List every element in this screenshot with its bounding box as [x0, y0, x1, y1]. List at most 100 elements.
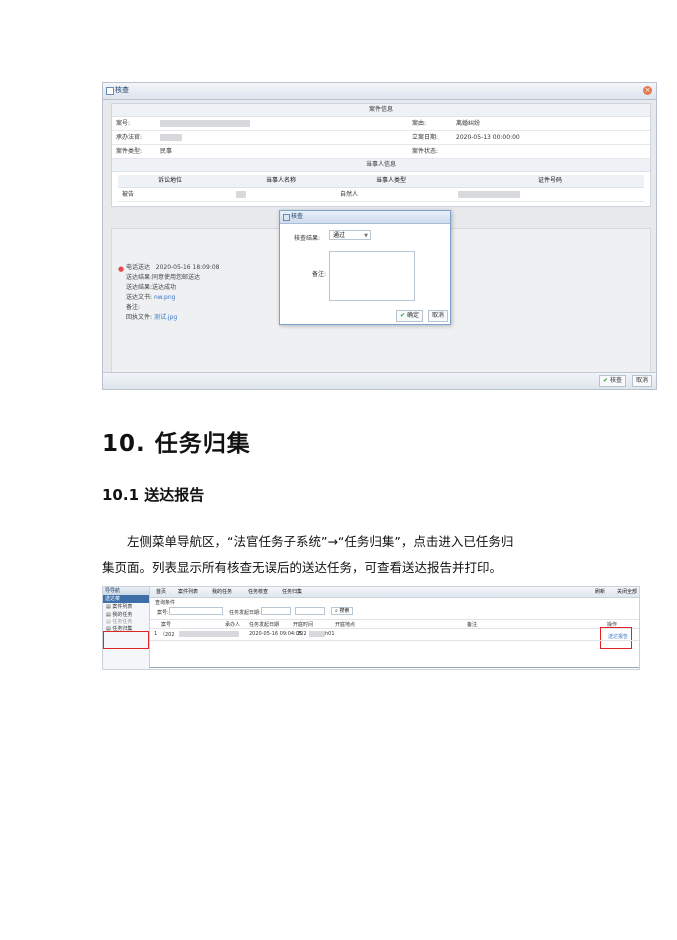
log-line2: 送达结果:送达成功 [126, 284, 177, 291]
dialog-title: 核查 [291, 213, 304, 220]
case-type-value: 民事 [160, 148, 173, 155]
col-handler: 承办人 [225, 622, 241, 628]
log-remark: 备注: [126, 304, 141, 311]
verify-dialog-screenshot: 核查 × 案件信息 案号: 案由: 离婚纠纷 承办法官: 立案日期: 2020-… [102, 82, 657, 390]
tab-task-check[interactable]: 任务核查 [248, 587, 268, 597]
filing-date-value: 2020-05-13 00:00:00 [456, 134, 520, 141]
window-icon [106, 87, 114, 95]
log-method: 电话送达 [126, 264, 151, 271]
party-type: 自然人 [340, 191, 359, 198]
check-icon: ✔ [602, 377, 608, 384]
result-select-value: 通过 [333, 232, 346, 239]
log-doc-label: 送达文书: [126, 294, 153, 301]
case-row-1: 案号: 案由: 离婚纠纷 [112, 117, 650, 131]
row-case-no: （202 [160, 632, 175, 638]
row-hearing-place: h01 [325, 631, 335, 637]
cause-value: 离婚纠纷 [456, 120, 481, 127]
window-title: 核查 [115, 86, 129, 94]
nav-item-case-list[interactable]: ▤ 案件列表 [103, 603, 149, 611]
redacted-party-id [458, 191, 520, 198]
log-line1: 送达结果:同意使用您邮送达 [126, 274, 201, 281]
redacted-hearing-time [309, 631, 325, 637]
grid-top-line [150, 619, 639, 620]
nav-title: 导导航 [103, 587, 149, 595]
nav-item-my-tasks[interactable]: ▤ 我的任务 [103, 611, 149, 619]
cause-label: 案由: [412, 120, 427, 127]
close-all-button[interactable]: 关闭全部 [617, 587, 637, 597]
row-hearing-time: 202 [297, 631, 307, 637]
check-icon: ✔ [400, 312, 406, 319]
party-col-id: 证件号码 [538, 177, 563, 184]
section-heading: 10. 任务归集 [102, 431, 251, 457]
result-label: 核查结果: [294, 235, 321, 242]
close-icon[interactable]: × [643, 86, 652, 95]
col-hearing-time: 开庭时间 [293, 622, 314, 628]
result-select[interactable]: 通过 ▼ [329, 230, 371, 240]
cancel-button[interactable]: 取消 [631, 375, 652, 387]
tab-my-tasks[interactable]: 我的任务 [212, 587, 232, 597]
tab-home[interactable]: 首页 [156, 587, 166, 597]
date-to-input[interactable] [295, 607, 325, 615]
case-info-header: 案件信息 [112, 104, 650, 117]
col-case-no: 案号 [161, 622, 172, 628]
verify-result-dialog: 核查 核查结果: 通过 ▼ 备注: ✔ 确定 取消 [279, 210, 451, 325]
case-row-2: 承办法官: 立案日期: 2020-05-13 00:00:00 [112, 131, 650, 145]
delivery-log: ● 电话送达 2020-05-16 18:09:08 送达结果:同意使用您邮送达… [118, 263, 220, 323]
redacted-party-name [236, 191, 246, 198]
party-row: 被告 自然人 [118, 188, 644, 202]
paragraph-line-1: 左侧菜单导航区，“法官任务子系统”→“任务归集”，点击进入已任务归 [127, 534, 514, 549]
tab-case-list[interactable]: 案件列表 [178, 587, 198, 597]
refresh-button[interactable]: 刷新 [595, 587, 605, 597]
redacted-judge [160, 134, 182, 141]
grid-row-line [150, 640, 639, 641]
tab-bar: 首页 案件列表 我的任务 任务核查 任务归集 刷新 关闭全部 [150, 587, 639, 598]
paragraph-line-2: 集页面。列表显示所有核查无误后的送达任务，可查看送达报告并打印。 [102, 560, 503, 575]
filing-date-label: 立案日期: [412, 134, 439, 141]
col-task-date: 任务发起日期 [249, 622, 280, 628]
dialog-ok-button[interactable]: ✔ 确定 [396, 310, 424, 322]
task-collection-screenshot: 导导航 送达菜 ▤ 案件列表 ▤ 我的任务 ▤ 任务任务 ▤ 任务归集 首页 案… [102, 586, 640, 670]
judge-label: 承办法官: [116, 134, 143, 141]
highlight-action-box [600, 627, 632, 649]
case-no-input[interactable] [169, 607, 223, 615]
col-hearing-place: 开庭地点 [335, 622, 356, 628]
date-from-input[interactable] [261, 607, 291, 615]
case-number-label: 案号: [116, 120, 131, 127]
row-index: 1 [154, 631, 158, 637]
highlight-nav-box [103, 631, 149, 649]
grid-bottom-line [150, 667, 639, 668]
log-receipt-label: 回执文件: [126, 314, 153, 321]
subsection-heading: 10.1 送达报告 [102, 486, 205, 504]
redacted-case-number [160, 120, 250, 127]
remark-label: 备注: [312, 271, 327, 278]
log-time: 2020-05-16 18:09:08 [155, 264, 220, 271]
row-task-date: 2020-05-16 09:04:05 [249, 631, 303, 637]
remark-textarea[interactable] [329, 251, 415, 301]
chevron-down-icon: ▼ [364, 233, 368, 239]
dialog-footer: ✔ 核查 取消 [103, 372, 656, 389]
dialog-cancel-button[interactable]: 取消 [428, 310, 449, 322]
dialog-titlebar: 核查 [280, 211, 450, 224]
date-label: 任务发起日期: [229, 610, 261, 616]
party-table-header: 诉讼地位 当事人名称 当事人类型 证件号码 [118, 175, 644, 188]
status-dot-icon: ● [118, 265, 125, 273]
party-col-type: 当事人类型 [376, 177, 407, 184]
tab-task-collection[interactable]: 任务归集 [282, 587, 302, 597]
verify-button[interactable]: ✔ 核查 [598, 375, 626, 387]
col-remark: 备注 [467, 622, 478, 628]
log-receipt-link[interactable]: 测试.jpg [154, 314, 177, 321]
party-info-header: 当事人信息 [112, 159, 650, 172]
case-type-label: 案件类型: [116, 148, 143, 155]
party-col-role: 诉讼地位 [158, 177, 183, 184]
nav-sidebar: 导导航 送达菜 ▤ 案件列表 ▤ 我的任务 ▤ 任务任务 ▤ 任务归集 [103, 587, 150, 669]
case-no-label: 案号: [157, 610, 169, 616]
case-row-3: 案件类型: 民事 案件状态: [112, 145, 650, 159]
nav-subtitle: 送达菜 [103, 595, 149, 603]
grid-header-line [150, 628, 639, 629]
log-doc-link[interactable]: nw.png [154, 294, 176, 301]
query-title: 查询条件 [155, 600, 176, 606]
search-button[interactable]: ⌕ 搜索 [331, 607, 353, 615]
case-status-label: 案件状态: [412, 148, 439, 155]
window-titlebar: 核查 × [103, 83, 656, 100]
dialog-window-icon [283, 214, 290, 221]
